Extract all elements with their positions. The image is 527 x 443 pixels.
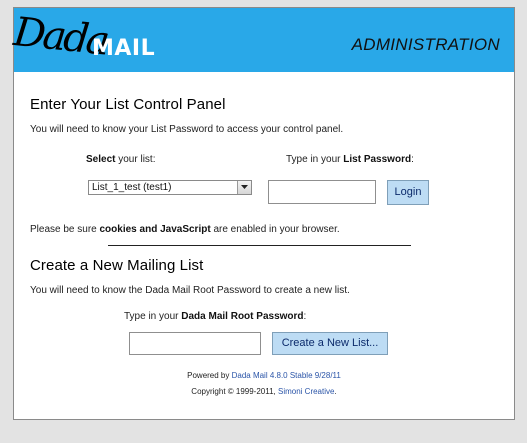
password-label-pre: Type in your [286, 154, 344, 165]
logo-mail-text: MAIL [92, 36, 156, 61]
root-label-post: : [303, 311, 307, 322]
cookies-bold: cookies and JavaScript [99, 224, 211, 235]
copyright-post: . [334, 387, 337, 396]
list-password-input[interactable] [268, 180, 376, 204]
header-title: ADMINISTRATION [351, 35, 500, 54]
cookies-notice: Please be sure cookies and JavaScript ar… [30, 224, 340, 235]
create-list-heading: Create a New Mailing List [30, 257, 204, 274]
root-label-pre: Type in your [124, 311, 182, 322]
cookies-post: are enabled in your browser. [210, 224, 340, 235]
control-panel-intro: You will need to know your List Password… [30, 124, 344, 135]
select-label-rest: your list: [115, 154, 156, 165]
powered-by: Powered by Dada Mail 4.8.0 Stable 9/28/1… [14, 371, 514, 380]
list-select[interactable]: List_1_test (test1) [88, 180, 252, 195]
dada-mail-logo: Dada MAIL [12, 9, 196, 68]
list-password-label: Type in your List Password: [286, 154, 414, 165]
dada-mail-version-link[interactable]: Dada Mail 4.8.0 Stable 9/28/11 [232, 371, 341, 380]
admin-panel: Dada MAIL ADMINISTRATION Enter Your List… [12, 7, 515, 420]
create-new-list-button[interactable]: Create a New List... [272, 332, 388, 355]
control-panel-heading: Enter Your List Control Panel [30, 96, 226, 113]
powered-pre: Powered by [187, 371, 232, 380]
create-list-intro: You will need to know the Dada Mail Root… [30, 285, 350, 296]
root-password-label: Type in your Dada Mail Root Password: [124, 311, 306, 322]
root-password-input[interactable] [129, 332, 261, 355]
simoni-creative-link[interactable]: Simoni Creative [278, 387, 334, 396]
password-label-bold: List Password [343, 154, 412, 165]
section-divider [108, 245, 411, 246]
root-label-bold: Dada Mail Root Password [181, 311, 304, 322]
select-label-bold: Select [86, 154, 116, 165]
list-select-value: List_1_test (test1) [92, 182, 172, 193]
cookies-pre: Please be sure [30, 224, 100, 235]
copyright: Copyright © 1999-2011, Simoni Creative. [14, 387, 514, 396]
login-button[interactable]: Login [387, 180, 429, 205]
password-label-post: : [411, 154, 414, 165]
copyright-pre: Copyright © 1999-2011, [191, 387, 278, 396]
select-list-label: Select your list: [86, 154, 155, 165]
dropdown-arrow-icon[interactable] [237, 181, 251, 194]
header-bar: Dada MAIL ADMINISTRATION [12, 8, 514, 72]
